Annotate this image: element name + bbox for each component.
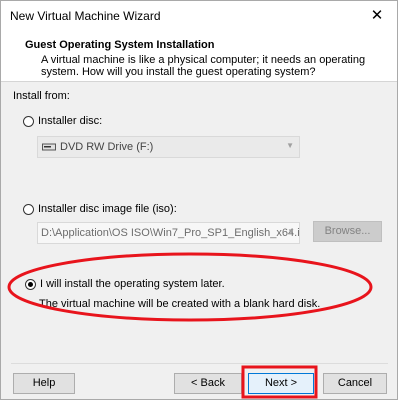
radio-label: I will install the operating system late… [40, 278, 225, 290]
window-title: New Virtual Machine Wizard [10, 9, 161, 23]
drive-select[interactable]: DVD RW Drive (F:) ▼ [37, 136, 300, 158]
page-description: A virtual machine is like a physical com… [41, 54, 366, 78]
close-icon[interactable]: ✕ [357, 1, 397, 31]
radio-install-later[interactable]: I will install the operating system late… [25, 278, 225, 290]
wizard-header: Guest Operating System Installation A vi… [1, 31, 397, 82]
wizard-window: New Virtual Machine Wizard ✕ Guest Opera… [0, 0, 398, 400]
install-later-description: The virtual machine will be created with… [39, 298, 321, 310]
iso-path-value: D:\Application\OS ISO\Win7_Pro_SP1_Engli… [41, 227, 300, 239]
dvd-drive-icon [42, 143, 56, 151]
browse-button[interactable]: Browse... [313, 221, 382, 242]
chevron-down-icon[interactable]: ▼ [287, 227, 295, 236]
radio-label: Installer disc image file (iso): [38, 203, 177, 215]
iso-path-field[interactable]: D:\Application\OS ISO\Win7_Pro_SP1_Engli… [37, 222, 300, 244]
radio-button[interactable] [23, 115, 34, 127]
drive-value: DVD RW Drive (F:) [60, 141, 154, 153]
install-from-label: Install from: [13, 90, 70, 102]
next-button[interactable]: Next > [248, 373, 314, 394]
radio-installer-disc[interactable]: Installer disc: [23, 115, 102, 127]
radio-label: Installer disc: [38, 115, 103, 127]
footer-divider [11, 363, 388, 364]
radio-button[interactable] [25, 278, 36, 290]
page-title: Guest Operating System Installation [25, 39, 215, 51]
back-button[interactable]: < Back [174, 373, 242, 394]
help-button[interactable]: Help [13, 373, 75, 394]
radio-button[interactable] [23, 203, 34, 215]
chevron-down-icon[interactable]: ▼ [286, 141, 294, 150]
cancel-button[interactable]: Cancel [323, 373, 387, 394]
radio-iso-file[interactable]: Installer disc image file (iso): [23, 203, 177, 215]
title-bar[interactable]: New Virtual Machine Wizard ✕ [1, 1, 397, 31]
